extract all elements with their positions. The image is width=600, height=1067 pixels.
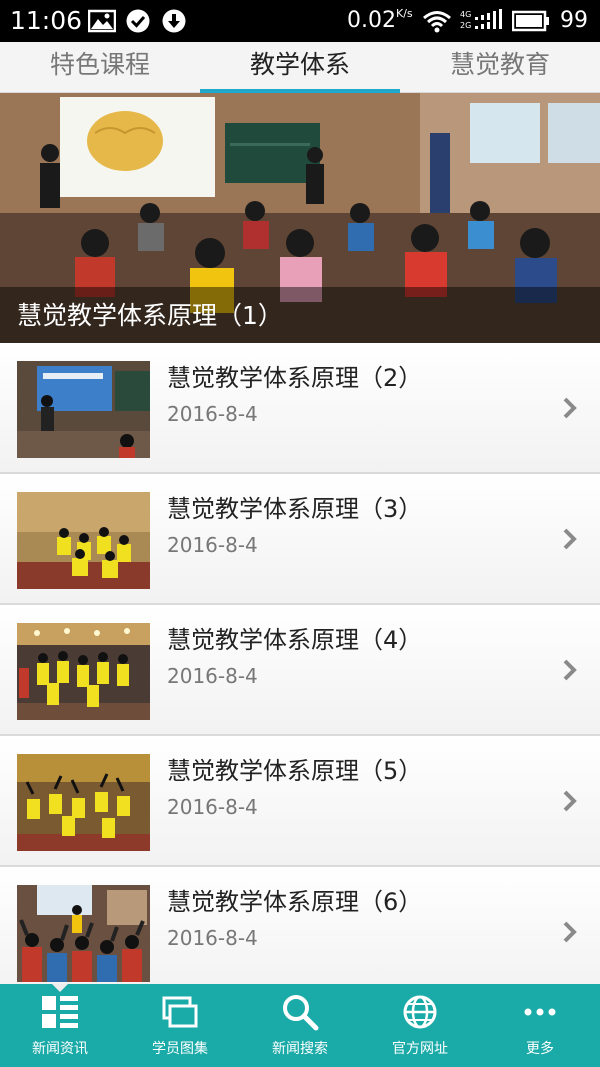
item-date: 2016-8-4: [167, 664, 258, 688]
thumbnail-image: [17, 754, 150, 851]
battery-icon: [512, 10, 549, 32]
chevron-right-icon: [563, 397, 577, 419]
thumbnail-image: [17, 361, 150, 458]
status-time: 11:06: [10, 6, 83, 35]
list-item[interactable]: 慧觉教学体系原理（4） 2016-8-4: [0, 605, 600, 736]
item-title: 慧觉教学体系原理（6）: [167, 888, 423, 916]
net-speed: 0.02: [347, 8, 396, 33]
nav-website[interactable]: 官方网址: [360, 984, 480, 1067]
list-item[interactable]: 慧觉教学体系原理（5） 2016-8-4: [0, 736, 600, 867]
thumbnail-image: [17, 623, 150, 720]
chevron-right-icon: [563, 659, 577, 681]
category-tabs: 特色课程 教学体系 慧觉教育: [0, 42, 600, 93]
signal-icon: [475, 9, 502, 29]
tab-huijue-education[interactable]: 慧觉教育: [400, 42, 600, 92]
list-item[interactable]: 慧觉教学体系原理（2） 2016-8-4: [0, 343, 600, 474]
item-title: 慧觉教学体系原理（4）: [167, 626, 423, 654]
search-icon: [283, 995, 319, 1031]
bottom-navigation: 新闻资讯 学员图集 新闻搜索 官方网址 更多: [0, 984, 600, 1067]
nav-more-label: 更多: [526, 1041, 554, 1057]
network-type-top: 4G: [460, 10, 472, 19]
news-list: 慧觉教学体系原理（2） 2016-8-4 慧觉教学体系原理（3） 2016-8-…: [0, 343, 600, 998]
tab-featured-courses[interactable]: 特色课程: [0, 42, 200, 92]
network-type-bottom: 2G: [460, 21, 472, 30]
nav-gallery[interactable]: 学员图集: [120, 984, 240, 1067]
globe-icon: [403, 995, 437, 1029]
chevron-right-icon: [563, 528, 577, 550]
wifi-icon: [423, 11, 451, 33]
banner-caption: 慧觉教学体系原理（1）: [17, 301, 283, 330]
nav-news[interactable]: 新闻资讯: [0, 984, 120, 1067]
download-notification-icon: [162, 9, 186, 33]
nav-search-label: 新闻搜索: [272, 1041, 328, 1057]
chevron-right-icon: [563, 921, 577, 943]
thumbnail-image: [17, 885, 150, 982]
tab-teaching-system[interactable]: 教学体系: [200, 42, 400, 93]
featured-banner[interactable]: 慧觉教学体系原理（1）: [0, 93, 600, 343]
check-notification-icon: [126, 9, 150, 33]
item-date: 2016-8-4: [167, 402, 258, 426]
item-title: 慧觉教学体系原理（5）: [167, 757, 423, 785]
item-date: 2016-8-4: [167, 533, 258, 557]
more-icon: [524, 1008, 556, 1016]
thumbnail-image: [17, 492, 150, 589]
news-list-icon: [42, 996, 78, 1028]
status-bar: 11:06 0.02 K/s 4G 2G 99: [0, 0, 600, 42]
nav-website-label: 官方网址: [392, 1041, 448, 1057]
list-item[interactable]: 慧觉教学体系原理（6） 2016-8-4: [0, 867, 600, 998]
net-speed-unit: K/s: [396, 7, 413, 20]
gallery-notification-icon: [88, 9, 116, 33]
item-title: 慧觉教学体系原理（3）: [167, 495, 423, 523]
chevron-right-icon: [563, 790, 577, 812]
item-date: 2016-8-4: [167, 926, 258, 950]
item-title: 慧觉教学体系原理（2）: [167, 364, 423, 392]
nav-search[interactable]: 新闻搜索: [240, 984, 360, 1067]
gallery-icon: [162, 996, 198, 1028]
list-item[interactable]: 慧觉教学体系原理（3） 2016-8-4: [0, 474, 600, 605]
nav-news-label: 新闻资讯: [32, 1041, 88, 1057]
active-indicator: [52, 984, 68, 992]
nav-more[interactable]: 更多: [480, 984, 600, 1067]
nav-gallery-label: 学员图集: [152, 1041, 208, 1057]
battery-level: 99: [560, 8, 588, 33]
item-date: 2016-8-4: [167, 795, 258, 819]
